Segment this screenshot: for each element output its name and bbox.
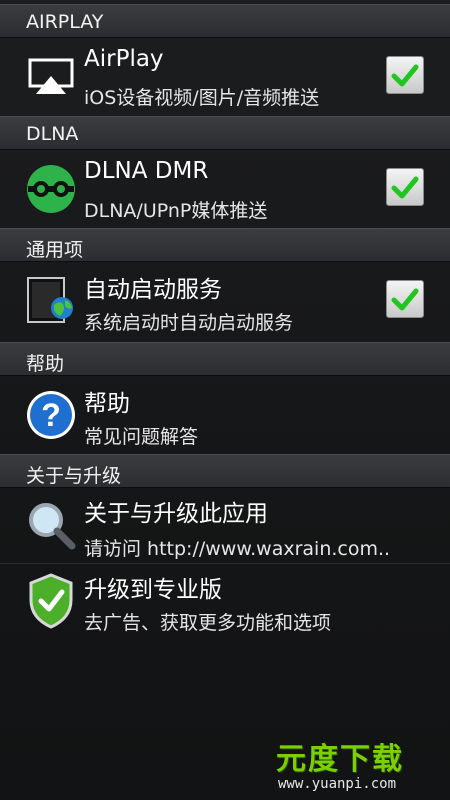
list-item-upgrade[interactable]: 升级到专业版 去广告、获取更多功能和选项 <box>0 564 450 640</box>
item-title: AirPlay <box>84 46 164 72</box>
airplay-checkbox[interactable] <box>386 56 424 94</box>
section-header-about: 关于与升级 <box>0 454 450 488</box>
list-item-dlna-dmr[interactable]: DLNA DMR DLNA/UPnP媒体推送 <box>0 150 450 228</box>
item-subtitle: 系统启动时自动启动服务 <box>84 312 294 334</box>
list-item-about[interactable]: 关于与升级此应用 请访问 http://www.waxrain.com.. <box>0 488 450 562</box>
section-header-help: 帮助 <box>0 342 450 376</box>
section-header-dlna: DLNA <box>0 116 450 150</box>
help-icon: ? <box>24 388 78 442</box>
dlna-dmr-checkbox[interactable] <box>386 168 424 206</box>
item-title: 关于与升级此应用 <box>84 501 268 527</box>
section-title: 关于与升级 <box>26 465 122 487</box>
item-subtitle: DLNA/UPnP媒体推送 <box>84 200 268 222</box>
watermark-logo: 元度下载 www.yuanpi.com <box>268 726 446 796</box>
checkmark-icon <box>391 176 419 199</box>
section-header-airplay: AIRPLAY <box>0 4 450 38</box>
magnifier-icon <box>24 498 78 552</box>
item-title: 升级到专业版 <box>84 577 222 603</box>
watermark-text: 元度下载 <box>276 742 404 777</box>
checkmark-icon <box>391 64 419 87</box>
svg-text:?: ? <box>41 397 61 433</box>
item-subtitle: 请访问 http://www.waxrain.com.. <box>84 538 391 560</box>
shield-check-icon <box>24 572 78 629</box>
item-subtitle: 常见问题解答 <box>84 426 199 448</box>
autostart-checkbox[interactable] <box>386 280 424 318</box>
list-item-autostart[interactable]: 自动启动服务 系统启动时自动启动服务 <box>0 262 450 340</box>
item-title: 自动启动服务 <box>84 277 222 303</box>
section-title: 通用项 <box>26 239 84 261</box>
airplay-icon <box>24 50 78 104</box>
section-header-general: 通用项 <box>0 228 450 262</box>
dlna-icon <box>24 162 78 216</box>
watermark-url: www.yuanpi.com <box>278 776 397 792</box>
checkmark-icon <box>391 288 419 311</box>
item-title: DLNA DMR <box>84 158 209 184</box>
item-title: 帮助 <box>84 391 130 417</box>
item-subtitle: iOS设备视频/图片/音频推送 <box>84 87 320 109</box>
list-item-help[interactable]: ? 帮助 常见问题解答 <box>0 376 450 454</box>
list-item-airplay[interactable]: AirPlay iOS设备视频/图片/音频推送 <box>0 38 450 114</box>
section-title: 帮助 <box>26 353 65 375</box>
monitor-globe-icon <box>24 272 78 326</box>
section-title: AIRPLAY <box>26 11 104 33</box>
section-title: DLNA <box>26 123 79 145</box>
item-subtitle: 去广告、获取更多功能和选项 <box>84 612 332 634</box>
